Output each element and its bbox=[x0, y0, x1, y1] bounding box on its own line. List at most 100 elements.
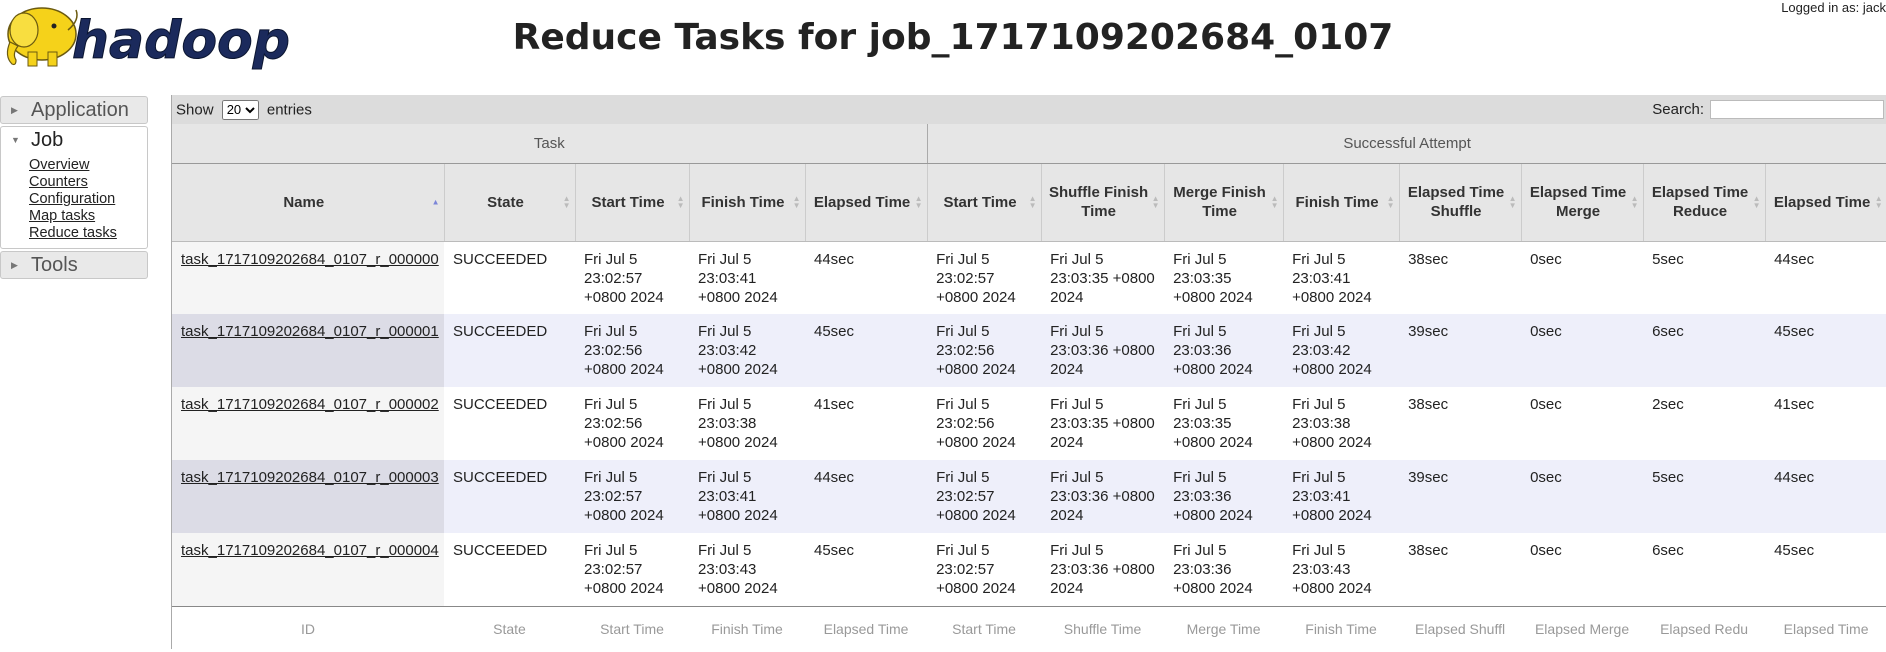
column-header-label: State bbox=[487, 193, 524, 211]
column-header-2[interactable]: Start Time ▲ ▼ bbox=[575, 163, 690, 242]
nav-header-job[interactable]: ▼ Job bbox=[1, 127, 147, 153]
table-toolbar: Show 20 entries Search: bbox=[172, 95, 1886, 124]
table-cell: SUCCEEDED bbox=[444, 460, 575, 533]
footer-filter-12[interactable]: Elapsed Time bbox=[1765, 605, 1886, 652]
table-cell: SUCCEEDED bbox=[453, 542, 548, 559]
nav-label-tools: Tools bbox=[31, 253, 78, 276]
task-link[interactable]: task_1717109202684_0107_r_000002 bbox=[181, 396, 439, 413]
footer-filter-1[interactable]: State bbox=[444, 605, 575, 652]
table-cell: 0sec bbox=[1521, 314, 1644, 387]
table-cell: Fri Jul 5 23:02:56 +0800 2024 bbox=[927, 314, 1042, 387]
column-header-6[interactable]: Shuffle Finish Time ▲ ▼ bbox=[1041, 163, 1165, 242]
logged-in-user: Logged in as: jack bbox=[1781, 0, 1886, 15]
table-row: task_1717109202684_0107_r_000001 SUCCEEDE… bbox=[172, 314, 1886, 387]
column-header-0[interactable]: Name ▲ bbox=[172, 163, 445, 242]
column-header-1[interactable]: State ▲ ▼ bbox=[444, 163, 576, 242]
nav-label-job: Job bbox=[31, 128, 64, 151]
footer-filter-9[interactable]: Elapsed Shuffl bbox=[1399, 605, 1522, 652]
table-cell: 5sec bbox=[1643, 460, 1766, 533]
nav-header-tools[interactable]: ▶ Tools bbox=[1, 252, 147, 278]
footer-filter-5[interactable]: Start Time bbox=[927, 605, 1042, 652]
table-cell: Fri Jul 5 23:02:56 +0800 2024 bbox=[936, 396, 1016, 451]
table-cell: Fri Jul 5 23:02:57 +0800 2024 bbox=[575, 460, 689, 533]
entries-label: entries bbox=[266, 101, 312, 118]
column-header-label: Start Time bbox=[943, 193, 1017, 211]
nav-link-reduce-tasks[interactable]: Reduce tasks bbox=[29, 225, 147, 242]
table-cell: SUCCEEDED bbox=[453, 250, 548, 268]
column-header-9[interactable]: Elapsed Time Shuffle ▲ ▼ bbox=[1399, 163, 1522, 242]
table-cell: 45sec bbox=[1774, 542, 1815, 559]
footer-filter-0[interactable]: ID bbox=[172, 605, 444, 652]
nav-section-tools[interactable]: ▶ Tools bbox=[0, 251, 148, 279]
footer-filter-6[interactable]: Shuffle Time bbox=[1041, 605, 1165, 652]
column-header-label: Elapsed Time bbox=[1773, 193, 1871, 211]
table-cell: 5sec bbox=[1652, 250, 1684, 268]
nav-link-map-tasks[interactable]: Map tasks bbox=[29, 208, 147, 225]
footer-filter-7[interactable]: Merge Time bbox=[1164, 605, 1284, 652]
table-cell: Fri Jul 5 23:03:35 +0800 2024 bbox=[1173, 396, 1253, 451]
search-label: Search: bbox=[1652, 101, 1704, 118]
table-cell: SUCCEEDED bbox=[453, 396, 548, 413]
table-cell: task_1717109202684_0107_r_000001 bbox=[172, 314, 444, 387]
nav-section-job[interactable]: ▼ Job Overview Counters Configuration Ma… bbox=[0, 126, 148, 249]
column-header-5[interactable]: Start Time ▲ ▼ bbox=[927, 163, 1042, 242]
table-row: task_1717109202684_0107_r_000000 SUCCEEDE… bbox=[172, 241, 1886, 314]
table-cell: 38sec bbox=[1408, 542, 1449, 559]
nav-link-overview[interactable]: Overview bbox=[29, 157, 147, 174]
table-cell: 38sec bbox=[1408, 250, 1449, 268]
nav-section-application[interactable]: ▶ Application bbox=[0, 96, 148, 124]
page-size-select[interactable]: 20 bbox=[221, 99, 259, 120]
table-cell: 0sec bbox=[1530, 250, 1562, 268]
table-cell: Fri Jul 5 23:03:36 +0800 2024 bbox=[1164, 460, 1284, 533]
sort-icon: ▲ ▼ bbox=[1151, 194, 1160, 210]
table-cell: 6sec bbox=[1643, 314, 1766, 387]
show-label: Show bbox=[176, 101, 214, 118]
table-cell: Fri Jul 5 23:03:41 +0800 2024 bbox=[689, 460, 805, 533]
sort-icon: ▲ ▼ bbox=[1386, 194, 1395, 210]
column-header-8[interactable]: Finish Time ▲ ▼ bbox=[1283, 163, 1400, 242]
table-row: task_1717109202684_0107_r_000004 SUCCEEDE… bbox=[172, 533, 1886, 606]
sort-ascending-icon: ▲ bbox=[431, 197, 440, 207]
table-cell: 38sec bbox=[1408, 396, 1449, 413]
footer-filter-3[interactable]: Finish Time bbox=[689, 605, 805, 652]
table-cell: 0sec bbox=[1530, 542, 1562, 559]
table-cell: 41sec bbox=[814, 396, 855, 413]
nav-header-application[interactable]: ▶ Application bbox=[1, 97, 147, 123]
column-header-7[interactable]: Merge Finish Time ▲ ▼ bbox=[1164, 163, 1284, 242]
caret-right-icon: ▶ bbox=[11, 104, 18, 115]
column-header-label: Elapsed Time Merge bbox=[1529, 184, 1627, 220]
footer-filter-4[interactable]: Elapsed Time bbox=[805, 605, 928, 652]
search-input[interactable] bbox=[1710, 100, 1884, 119]
page-title: Reduce Tasks for job_1717109202684_0107 bbox=[512, 17, 1394, 58]
task-link[interactable]: task_1717109202684_0107_r_000000 bbox=[181, 251, 439, 268]
sort-icon: ▲ ▼ bbox=[914, 194, 923, 210]
task-link[interactable]: task_1717109202684_0107_r_000001 bbox=[181, 323, 439, 340]
column-header-label: Merge Finish Time bbox=[1173, 184, 1266, 220]
nav-link-counters[interactable]: Counters bbox=[29, 174, 147, 191]
search-control: Search: bbox=[1652, 100, 1886, 119]
column-header-label: Finish Time bbox=[701, 193, 785, 211]
task-link[interactable]: task_1717109202684_0107_r_000003 bbox=[181, 469, 439, 486]
table-cell: Fri Jul 5 23:03:36 +0800 2024 bbox=[1041, 460, 1165, 533]
task-link[interactable]: task_1717109202684_0107_r_000004 bbox=[181, 542, 439, 559]
column-header-10[interactable]: Elapsed Time Merge ▲ ▼ bbox=[1521, 163, 1644, 242]
column-header-12[interactable]: Elapsed Time ▲ ▼ bbox=[1765, 163, 1886, 242]
column-header-4[interactable]: Elapsed Time ▲ ▼ bbox=[805, 163, 928, 242]
nav-link-configuration[interactable]: Configuration bbox=[29, 191, 147, 208]
footer-filter-11[interactable]: Elapsed Redu bbox=[1643, 605, 1766, 652]
footer-filter-2[interactable]: Start Time bbox=[575, 605, 689, 652]
column-header-3[interactable]: Finish Time ▲ ▼ bbox=[689, 163, 806, 242]
table-cell: 44sec bbox=[814, 250, 855, 268]
table-cell: Fri Jul 5 23:03:41 +0800 2024 bbox=[698, 250, 778, 306]
column-header-11[interactable]: Elapsed Time Reduce ▲ ▼ bbox=[1643, 163, 1766, 242]
footer-filter-8[interactable]: Finish Time bbox=[1283, 605, 1400, 652]
page-size-control: Show 20 entries bbox=[176, 99, 312, 120]
table-cell: Fri Jul 5 23:03:42 +0800 2024 bbox=[689, 314, 805, 387]
footer-filter-10[interactable]: Elapsed Merge bbox=[1521, 605, 1644, 652]
column-header-label: Elapsed Time Shuffle bbox=[1407, 184, 1505, 220]
table-row: task_1717109202684_0107_r_000002 SUCCEEDE… bbox=[172, 387, 1886, 460]
table-cell: task_1717109202684_0107_r_000002 bbox=[172, 387, 444, 460]
table-row: task_1717109202684_0107_r_000003 SUCCEEDE… bbox=[172, 460, 1886, 533]
table-cell: 45sec bbox=[814, 542, 855, 559]
column-header-label: Start Time bbox=[591, 193, 665, 211]
